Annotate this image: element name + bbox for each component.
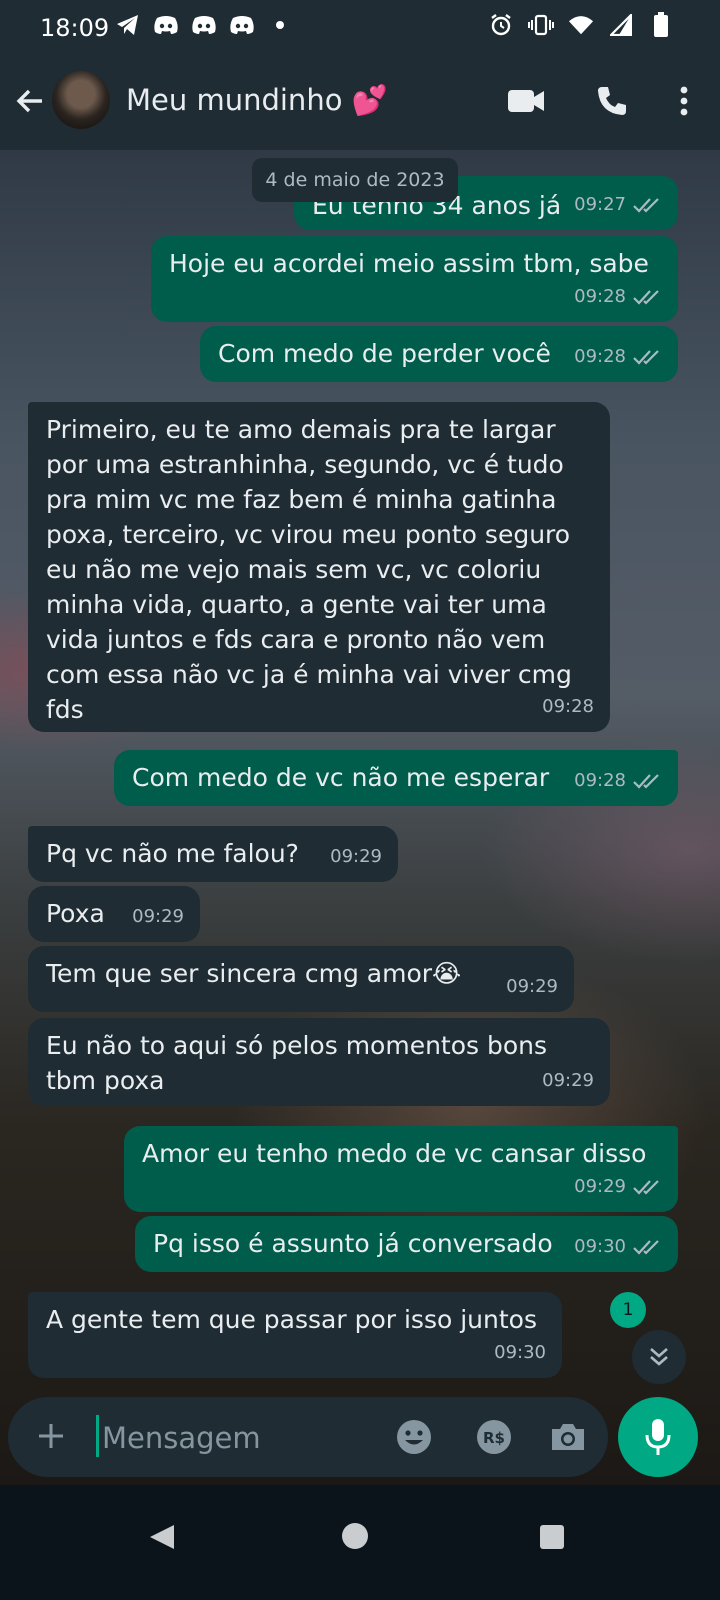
contact-avatar[interactable] bbox=[52, 71, 110, 129]
message-outgoing[interactable]: Hoje eu acordei meio assim tbm, sabe 09:… bbox=[151, 236, 678, 322]
message-incoming[interactable]: Tem que ser sincera cmg amor😭 09:29 bbox=[28, 946, 574, 1012]
back-button[interactable] bbox=[12, 83, 48, 119]
more-options-icon[interactable] bbox=[678, 83, 690, 119]
status-time: 18:09 bbox=[40, 14, 110, 42]
double-chevron-down-icon bbox=[650, 1348, 668, 1366]
payment-icon[interactable]: R$ bbox=[474, 1417, 514, 1457]
message-time: 09:27 bbox=[574, 194, 626, 215]
message-incoming[interactable]: Eu não to aqui só pelos momentos bons tb… bbox=[28, 1018, 610, 1106]
wifi-icon bbox=[568, 12, 594, 38]
status-bar: 18:09 bbox=[0, 0, 720, 55]
read-ticks-icon bbox=[633, 773, 659, 789]
message-incoming[interactable]: Primeiro, eu te amo demais pra te largar… bbox=[28, 402, 610, 732]
text-cursor bbox=[96, 1415, 99, 1457]
message-time: 09:28 bbox=[542, 696, 594, 717]
message-time: 09:28 bbox=[574, 770, 626, 791]
alarm-icon bbox=[488, 12, 514, 38]
svg-text:R$: R$ bbox=[483, 1429, 505, 1447]
message-text: Hoje eu acordei meio assim tbm, sabe bbox=[169, 249, 649, 278]
message-incoming[interactable]: Poxa 09:29 bbox=[28, 886, 200, 942]
signal-icon bbox=[608, 12, 634, 38]
message-text: Pq isso é assunto já conversado bbox=[153, 1229, 553, 1258]
nav-back-icon[interactable] bbox=[148, 1523, 176, 1555]
message-time: 09:30 bbox=[574, 1236, 626, 1257]
read-ticks-icon bbox=[633, 289, 659, 305]
message-time: 09:29 bbox=[330, 846, 382, 867]
telegram-icon bbox=[115, 12, 141, 38]
message-outgoing[interactable]: Pq isso é assunto já conversado 09:30 bbox=[135, 1216, 678, 1272]
message-text: Primeiro, eu te amo demais pra te largar… bbox=[46, 415, 580, 724]
message-outgoing[interactable]: Com medo de perder você 09:28 bbox=[200, 326, 678, 382]
message-time: 09:28 bbox=[574, 286, 626, 307]
microphone-icon bbox=[645, 1419, 671, 1455]
dot-icon bbox=[267, 12, 293, 38]
message-incoming[interactable]: Pq vc não me falou? 09:29 bbox=[28, 826, 398, 882]
message-text: Com medo de vc não me esperar bbox=[132, 763, 550, 792]
date-chip: 4 de maio de 2023 bbox=[252, 158, 458, 202]
message-text: Eu não to aqui só pelos momentos bons tb… bbox=[46, 1031, 555, 1095]
attach-plus-icon[interactable] bbox=[34, 1419, 68, 1453]
discord-icon bbox=[153, 12, 179, 38]
read-ticks-icon bbox=[633, 349, 659, 365]
chat-title[interactable]: Meu mundinho 💕 bbox=[126, 83, 388, 118]
nav-home-icon[interactable] bbox=[342, 1523, 368, 1549]
vibrate-icon bbox=[528, 12, 554, 38]
system-navigation-bar bbox=[0, 1485, 720, 1600]
message-text: Com medo de perder você bbox=[218, 339, 551, 368]
message-time: 09:30 bbox=[494, 1342, 546, 1363]
message-text: Tem que ser sincera cmg amor😭 bbox=[46, 959, 462, 988]
nav-recents-icon[interactable] bbox=[540, 1525, 564, 1549]
message-text: Poxa bbox=[46, 899, 105, 928]
emoji-icon[interactable] bbox=[394, 1417, 434, 1457]
voice-call-icon[interactable] bbox=[592, 83, 632, 119]
message-time: 09:28 bbox=[574, 346, 626, 367]
microphone-button[interactable] bbox=[618, 1397, 698, 1477]
message-time: 09:29 bbox=[506, 976, 558, 997]
message-incoming[interactable]: A gente tem que passar por isso juntos 0… bbox=[28, 1292, 562, 1378]
message-text: A gente tem que passar por isso juntos bbox=[46, 1305, 537, 1334]
battery-icon bbox=[648, 12, 674, 38]
scroll-to-bottom-button[interactable] bbox=[632, 1330, 686, 1384]
message-composer: R$ bbox=[8, 1397, 608, 1477]
read-ticks-icon bbox=[633, 1239, 659, 1255]
video-call-icon[interactable] bbox=[506, 83, 546, 119]
message-time: 09:29 bbox=[132, 906, 184, 927]
chat-header: Meu mundinho 💕 bbox=[0, 55, 720, 150]
discord-icon bbox=[191, 12, 217, 38]
read-ticks-icon bbox=[633, 197, 659, 213]
read-ticks-icon bbox=[633, 1179, 659, 1195]
message-outgoing[interactable]: Com medo de vc não me esperar 09:28 bbox=[114, 750, 678, 806]
camera-icon[interactable] bbox=[548, 1417, 588, 1457]
discord-icon bbox=[229, 12, 255, 38]
unread-count-badge: 1 bbox=[610, 1292, 646, 1328]
message-time: 09:29 bbox=[574, 1176, 626, 1197]
message-text: Pq vc não me falou? bbox=[46, 839, 299, 868]
message-text: Amor eu tenho medo de vc cansar disso bbox=[142, 1139, 647, 1168]
message-time: 09:29 bbox=[542, 1070, 594, 1091]
message-input[interactable] bbox=[100, 1411, 384, 1465]
message-outgoing[interactable]: Amor eu tenho medo de vc cansar disso 09… bbox=[124, 1126, 678, 1212]
